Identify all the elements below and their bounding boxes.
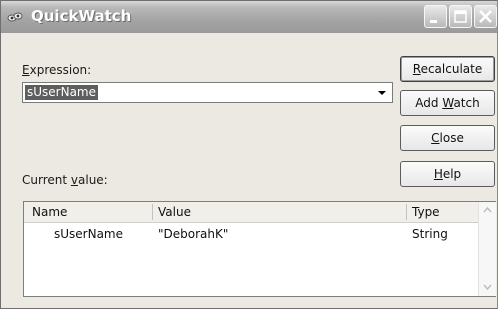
close-button[interactable]: Close bbox=[400, 125, 495, 151]
expression-combobox[interactable]: sUserName bbox=[22, 82, 393, 103]
current-value-label-key: v bbox=[70, 173, 78, 187]
quickwatch-app-icon bbox=[7, 9, 23, 25]
close-label-key: C bbox=[431, 131, 440, 145]
current-value-label-post: alue: bbox=[78, 173, 108, 187]
column-header-value[interactable]: Value bbox=[158, 205, 191, 219]
grid-header: Name Value Type bbox=[24, 202, 495, 223]
dropdown-arrow-icon bbox=[378, 91, 386, 95]
row-type-cell[interactable]: String bbox=[412, 227, 448, 241]
help-label-key: H bbox=[433, 167, 443, 181]
close-icon bbox=[479, 10, 492, 23]
add-watch-label-key: W bbox=[442, 96, 454, 110]
column-header-type[interactable]: Type bbox=[412, 205, 440, 219]
close-label-post: lose bbox=[439, 131, 464, 145]
add-watch-button[interactable]: Add Watch bbox=[400, 90, 495, 116]
minimize-button[interactable] bbox=[424, 5, 447, 28]
scroll-down-icon bbox=[483, 284, 492, 291]
expression-label-post: xpression: bbox=[29, 63, 92, 77]
vertical-scrollbar[interactable] bbox=[478, 202, 496, 296]
scroll-up-button[interactable] bbox=[480, 203, 495, 218]
expression-input[interactable]: sUserName bbox=[25, 85, 99, 100]
recalculate-label-post: ecalculate bbox=[420, 62, 483, 76]
scroll-up-icon bbox=[483, 206, 492, 213]
title-bar[interactable]: QuickWatch bbox=[1, 1, 497, 33]
minimize-icon bbox=[430, 20, 437, 23]
expression-label-key: E bbox=[22, 63, 30, 77]
column-header-name[interactable]: Name bbox=[32, 205, 67, 219]
current-value-grid[interactable]: Name Value Type sUserName "DeborahK" Str… bbox=[23, 201, 496, 297]
expression-dropdown-button[interactable] bbox=[375, 84, 391, 101]
quickwatch-window: QuickWatch Expression: sUserName Recalcu… bbox=[0, 0, 498, 309]
row-name-cell[interactable]: sUserName bbox=[54, 227, 123, 241]
scroll-down-button[interactable] bbox=[480, 279, 495, 294]
add-watch-label-pre: Add bbox=[415, 96, 443, 110]
current-value-label-pre: Current bbox=[22, 173, 71, 187]
column-separator[interactable] bbox=[152, 204, 153, 220]
current-value-label: Current value: bbox=[22, 173, 108, 187]
recalculate-button[interactable]: Recalculate bbox=[400, 56, 495, 82]
row-value-cell[interactable]: "DeborahK" bbox=[158, 227, 228, 241]
recalculate-label-key: R bbox=[412, 62, 421, 76]
expression-label: Expression: bbox=[22, 63, 91, 77]
close-window-button[interactable] bbox=[474, 5, 497, 28]
window-title: QuickWatch bbox=[31, 7, 132, 25]
maximize-button[interactable] bbox=[449, 5, 472, 28]
help-label-post: elp bbox=[442, 167, 462, 181]
column-separator[interactable] bbox=[406, 204, 407, 220]
help-button[interactable]: Help bbox=[400, 161, 495, 187]
add-watch-label-post: atch bbox=[453, 96, 480, 110]
maximize-icon bbox=[454, 10, 467, 23]
